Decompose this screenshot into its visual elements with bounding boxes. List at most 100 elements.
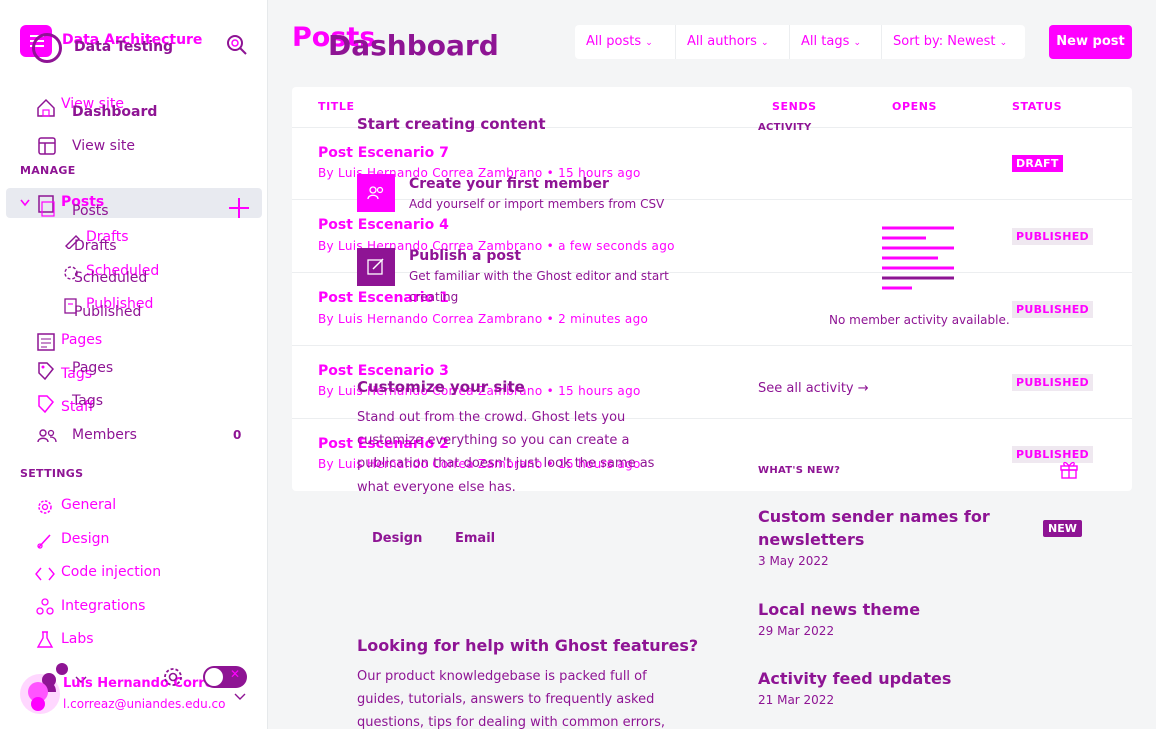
manage-section-label: MANAGE xyxy=(20,164,76,177)
customize-title: Customize your site xyxy=(357,378,525,396)
add-post-icon[interactable] xyxy=(228,197,250,219)
col-status: STATUS xyxy=(1012,100,1063,113)
home-icon xyxy=(37,98,55,117)
help-desc-line: Our product knowledgebase is packed full… xyxy=(357,669,647,684)
settings-section-label: SETTINGS xyxy=(20,467,84,480)
nav-dashboard[interactable]: Dashboard xyxy=(72,104,157,120)
sidebar: Data Architecture Data Testing View site… xyxy=(0,0,268,729)
nav-pages-dup: Pages xyxy=(72,360,114,376)
members-icon xyxy=(367,186,384,200)
activity-empty-text: No member activity available. xyxy=(829,313,1010,327)
help-desc-line: questions, tips for dealing with common … xyxy=(357,715,665,729)
whats-new-label: WHAT'S NEW? xyxy=(758,465,841,476)
post-title[interactable]: Post Escenario 4 xyxy=(318,217,449,233)
members-icon xyxy=(37,429,57,443)
chevron-down-icon: ⌄ xyxy=(645,38,653,48)
help-title: Looking for help with Ghost features? xyxy=(357,636,699,655)
nav-drafts-dup: Drafts xyxy=(74,238,117,254)
filter-all-authors-label: All authors xyxy=(687,34,757,49)
new-post-button[interactable]: New post xyxy=(1049,25,1132,59)
create-member-desc: Add yourself or import members from CSV xyxy=(409,197,665,211)
filter-all-posts[interactable]: All posts ⌄ xyxy=(575,25,675,59)
nav-tags-dup: Tags xyxy=(72,393,103,409)
nav-design[interactable]: Design xyxy=(61,531,109,547)
status-badge: PUBLISHED xyxy=(1012,228,1093,245)
chevron-down-icon: ⌄ xyxy=(999,38,1008,48)
main-content: Posts Dashboard All posts ⌄ All authors … xyxy=(268,0,1156,729)
nav-pages[interactable]: Pages xyxy=(61,332,102,348)
post-title[interactable]: Post Escenario 7 xyxy=(318,145,449,161)
nav-view-site[interactable]: View site xyxy=(72,138,135,154)
nav-general[interactable]: General xyxy=(61,497,116,513)
brush-icon xyxy=(37,534,51,549)
user-menu-chevron-icon[interactable] xyxy=(234,693,246,701)
posts-icon xyxy=(38,195,55,217)
nav-members[interactable]: Members xyxy=(72,427,137,443)
chevron-down-icon[interactable] xyxy=(20,199,30,207)
email-link[interactable]: Email xyxy=(455,531,495,546)
user-email: l.correaz@uniandes.edu.co xyxy=(63,697,226,711)
post-meta: By Luis Hernando Correa Zambrano • 2 min… xyxy=(318,312,649,326)
col-opens: OPENS xyxy=(892,100,938,113)
nav-posts-dup: Posts xyxy=(72,203,109,219)
empty-activity-icon xyxy=(882,226,954,290)
gift-icon[interactable] xyxy=(1059,459,1079,479)
chevron-down-icon: ⌄ xyxy=(761,38,769,48)
row-divider xyxy=(292,345,1132,346)
flask-icon xyxy=(36,631,54,648)
filter-all-posts-label: All posts xyxy=(586,34,642,49)
publish-post-desc-1: Get familiar with the Ghost editor and s… xyxy=(409,269,669,283)
see-all-activity-link[interactable]: See all activity → xyxy=(758,381,869,396)
news-date: 3 May 2022 xyxy=(758,554,829,568)
news-title-line[interactable]: Local news theme xyxy=(758,600,920,619)
page-title-dashboard: Dashboard xyxy=(328,29,499,62)
status-badge: PUBLISHED xyxy=(1012,446,1093,463)
news-date: 29 Mar 2022 xyxy=(758,624,835,638)
publish-post-desc-2: creating xyxy=(409,290,459,304)
news-date: 21 Mar 2022 xyxy=(758,693,835,707)
nav-code-injection[interactable]: Code injection xyxy=(61,564,161,580)
new-badge: NEW xyxy=(1043,520,1082,537)
tag-icon xyxy=(38,362,55,381)
post-title[interactable]: Post Escenario 3 xyxy=(318,363,449,379)
pages-icon xyxy=(37,333,55,351)
dark-mode-toggle[interactable]: ✕ xyxy=(203,666,247,688)
nav-labs[interactable]: Labs xyxy=(61,631,94,647)
status-badge: DRAFT xyxy=(1012,155,1063,172)
settings-gear-icon[interactable] xyxy=(162,666,184,688)
search-icon[interactable] xyxy=(226,33,248,57)
members-count: 0 xyxy=(233,428,242,442)
filter-all-tags-label: All tags xyxy=(801,34,850,49)
integrations-icon xyxy=(36,598,54,615)
view-site-icon xyxy=(38,137,56,155)
status-badge: PUBLISHED xyxy=(1012,301,1093,318)
site-subtitle: Data Testing xyxy=(74,39,174,55)
activity-label: ACTIVITY xyxy=(758,122,812,133)
start-creating-title: Start creating content xyxy=(357,115,546,133)
news-title-line[interactable]: Custom sender names for xyxy=(758,507,990,526)
sort-dropdown[interactable]: Sort by: Newest ⌄ xyxy=(881,25,1025,59)
design-link[interactable]: Design xyxy=(372,531,422,546)
filter-all-tags[interactable]: All tags ⌄ xyxy=(789,25,881,59)
customize-desc-line: Stand out from the crowd. Ghost lets you xyxy=(357,410,626,425)
customize-desc-line: what everyone else has. xyxy=(357,480,516,495)
filter-all-authors[interactable]: All authors ⌄ xyxy=(675,25,789,59)
nav-scheduled-dup: Scheduled xyxy=(74,270,148,286)
nav-published-dup: Published xyxy=(74,304,142,320)
status-badge: PUBLISHED xyxy=(1012,374,1093,391)
col-title: TITLE xyxy=(318,100,355,113)
site-avatar-ring xyxy=(32,33,62,63)
help-desc-line: guides, tutorials, answers to frequently… xyxy=(357,692,655,707)
chevron-down-icon: ⌄ xyxy=(853,38,862,48)
news-title-line[interactable]: Activity feed updates xyxy=(758,669,951,688)
customize-desc-line: publication that doesn't just look the s… xyxy=(357,456,655,471)
news-title-line[interactable]: newsletters xyxy=(758,530,864,549)
gear-icon xyxy=(38,500,52,514)
customize-desc-line: customize everything so you can create a xyxy=(357,433,630,448)
staff-icon xyxy=(38,395,55,414)
create-member-title[interactable]: Create your first member xyxy=(409,176,609,192)
code-icon xyxy=(35,567,55,581)
col-sends: SENDS xyxy=(772,100,817,113)
publish-post-title[interactable]: Publish a post xyxy=(409,248,521,264)
nav-integrations[interactable]: Integrations xyxy=(61,598,145,614)
